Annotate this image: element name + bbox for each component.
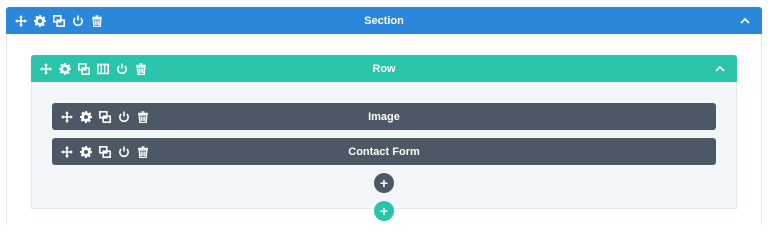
- chevron-up-icon[interactable]: [713, 62, 727, 76]
- move-icon[interactable]: [39, 62, 53, 76]
- delete-icon[interactable]: [136, 110, 150, 124]
- settings-icon[interactable]: [33, 14, 47, 28]
- move-icon[interactable]: [14, 14, 28, 28]
- duplicate-icon[interactable]: [98, 110, 112, 124]
- module-title: Image: [368, 110, 400, 123]
- delete-icon[interactable]: [136, 145, 150, 159]
- section-header[interactable]: Section: [6, 7, 762, 34]
- toggle-icon[interactable]: [117, 145, 131, 159]
- module-title: Contact Form: [348, 145, 420, 158]
- module-toolbar: [60, 103, 150, 130]
- toggle-icon[interactable]: [71, 14, 85, 28]
- row-toolbar: [39, 55, 148, 82]
- duplicate-icon[interactable]: [77, 62, 91, 76]
- chevron-up-icon[interactable]: [738, 14, 752, 28]
- module-toolbar: [60, 138, 150, 165]
- module-contact-form[interactable]: Contact Form: [52, 138, 716, 165]
- duplicate-icon[interactable]: [52, 14, 66, 28]
- settings-icon[interactable]: [79, 145, 93, 159]
- duplicate-icon[interactable]: [98, 145, 112, 159]
- module-image[interactable]: Image: [52, 103, 716, 130]
- move-icon[interactable]: [60, 110, 74, 124]
- settings-icon[interactable]: [79, 110, 93, 124]
- add-module-button[interactable]: +: [374, 173, 394, 193]
- section-toolbar: [14, 7, 104, 34]
- toggle-icon[interactable]: [115, 62, 129, 76]
- toggle-icon[interactable]: [117, 110, 131, 124]
- columns-icon[interactable]: [96, 62, 110, 76]
- row-header[interactable]: Row: [31, 55, 737, 82]
- section-title: Section: [364, 14, 404, 27]
- delete-icon[interactable]: [90, 14, 104, 28]
- delete-icon[interactable]: [134, 62, 148, 76]
- settings-icon[interactable]: [58, 62, 72, 76]
- move-icon[interactable]: [60, 145, 74, 159]
- add-row-button[interactable]: +: [374, 201, 394, 221]
